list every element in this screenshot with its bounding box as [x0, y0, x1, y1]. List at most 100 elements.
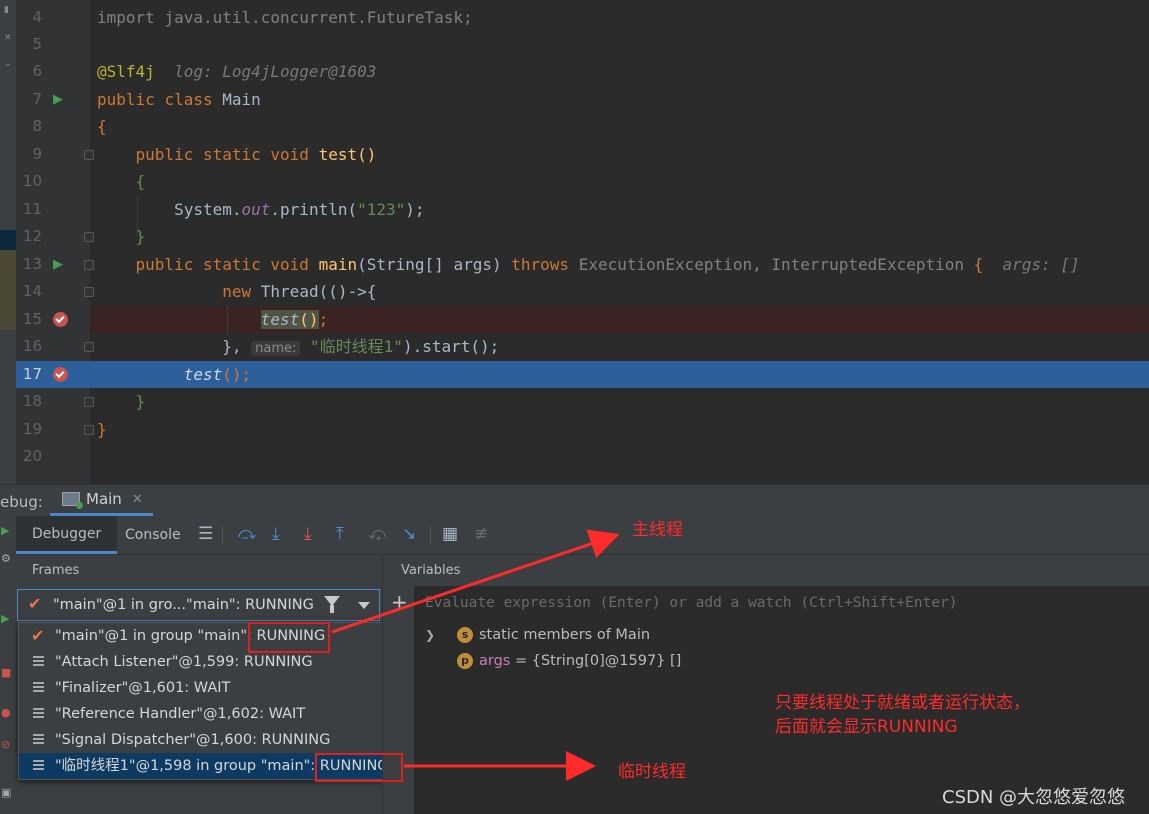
- thread-item[interactable]: "Attach Listener"@1,599: RUNNING: [19, 649, 401, 675]
- code-line-17: test();: [97, 361, 251, 388]
- project-tool-strip: ▮ ✕ ⌄: [0, 0, 16, 484]
- filter-icon[interactable]: [324, 596, 340, 613]
- brace: }: [97, 420, 107, 439]
- note-line-2: 后面就会显示RUNNING: [775, 717, 958, 737]
- chevron-right-icon[interactable]: ❯: [425, 622, 435, 648]
- code-line-16: }, name: "临时线程1").start();: [97, 333, 499, 360]
- code-line-10: {: [97, 168, 146, 195]
- keyword: new: [222, 282, 252, 301]
- thread-icon: [31, 727, 47, 753]
- mute-breakpoints-icon[interactable]: ⊘: [1, 738, 10, 751]
- strip-chevron-icon[interactable]: ⌄: [4, 60, 12, 69]
- parens: (): [299, 310, 319, 329]
- code-line-19: }: [97, 416, 107, 443]
- code-text: ();: [222, 365, 252, 384]
- debug-tool-window-header: ebug: Main ✕: [0, 484, 1149, 516]
- force-step-into-icon[interactable]: ⤓: [304, 524, 312, 544]
- method-name: test: [318, 145, 358, 164]
- line-number: 14: [22, 282, 42, 300]
- frames-title: Frames: [32, 563, 80, 578]
- evaluate-expression-field[interactable]: Evaluate expression (Enter) or add a wat…: [414, 588, 1149, 620]
- method-name: main: [318, 255, 358, 274]
- run-class-icon[interactable]: ▶: [53, 86, 63, 113]
- label-main-thread: 主线程: [632, 520, 683, 540]
- thread-item[interactable]: "Reference Handler"@1,602: WAIT: [19, 701, 401, 727]
- thread-item[interactable]: "Signal Dispatcher"@1,600: RUNNING: [19, 727, 401, 753]
- line-number: 6: [32, 62, 42, 80]
- code-line-13: public static void main(String[] args) t…: [97, 251, 1080, 278]
- run-config-icon: [62, 492, 83, 509]
- keyword: void: [270, 145, 309, 164]
- keyword: public: [135, 145, 194, 164]
- parameter-badge-icon: p: [457, 653, 473, 669]
- tab-debugger[interactable]: Debugger: [16, 516, 118, 554]
- thread-icon: [31, 649, 47, 675]
- menu-icon[interactable]: ☰: [198, 524, 213, 544]
- strip-highlight: [0, 250, 16, 330]
- variables-panel-header: Variables: [382, 554, 1149, 586]
- fold-marker-icon[interactable]: [84, 260, 94, 270]
- camera-icon[interactable]: ▣: [1, 786, 11, 799]
- fold-marker-icon[interactable]: [84, 150, 94, 160]
- strip-selection: [0, 230, 16, 250]
- thread-item[interactable]: ✔ "main"@1 in group "main": RUNNING: [19, 623, 401, 649]
- thread-icon: [31, 753, 47, 779]
- run-to-cursor-icon[interactable]: ↘: [402, 524, 416, 544]
- brace: {: [973, 255, 984, 274]
- evaluate-expression-icon[interactable]: ▦: [442, 524, 458, 544]
- trace-icon[interactable]: ≢: [474, 524, 488, 544]
- code-line-9: public static void test(): [97, 141, 377, 168]
- string-literal: "123": [357, 200, 406, 219]
- chevron-down-icon[interactable]: [358, 602, 370, 609]
- stop-icon[interactable]: ■: [1, 666, 11, 679]
- code-text: .println(: [270, 200, 358, 219]
- line-number: 13: [22, 255, 42, 273]
- fold-marker-icon[interactable]: [84, 342, 94, 352]
- session-tab-main[interactable]: Main ✕: [50, 485, 153, 516]
- code-text: },: [222, 337, 242, 356]
- run-main-icon[interactable]: ▶: [53, 251, 63, 278]
- code-line-14: new Thread(()->{: [97, 278, 376, 305]
- fold-marker-icon[interactable]: [84, 397, 94, 407]
- line-number: 9: [32, 145, 42, 163]
- code-text: ExecutionException, InterruptedException: [578, 255, 964, 274]
- breakpoint-icon[interactable]: [53, 367, 68, 382]
- variable-row[interactable]: ❯ s static members of Main: [425, 622, 825, 648]
- brace: {: [135, 172, 146, 191]
- code-text: System.: [174, 200, 242, 219]
- step-over-icon[interactable]: ⤼: [238, 524, 256, 544]
- toolbar-separator: [222, 526, 223, 544]
- code-line-11: System.out.println("123");: [97, 196, 425, 223]
- variable-row[interactable]: p args = {String[0]@1597} []: [425, 648, 825, 674]
- step-out-icon[interactable]: ⤒: [336, 524, 344, 544]
- tab-console[interactable]: Console: [109, 516, 197, 554]
- code-text: ;: [318, 310, 329, 329]
- close-icon[interactable]: ✕: [132, 492, 143, 507]
- breakpoint-icon[interactable]: [53, 312, 68, 327]
- drop-frame-icon[interactable]: ⤽: [368, 524, 386, 544]
- add-watch-icon[interactable]: +: [391, 590, 408, 614]
- view-breakpoints-icon[interactable]: ●: [1, 706, 11, 719]
- step-into-icon[interactable]: ⤓: [272, 524, 280, 544]
- session-tab-label: Main: [86, 490, 122, 508]
- brace: }: [135, 392, 146, 411]
- variable-name: args: [479, 653, 511, 669]
- line-number: 15: [22, 310, 42, 328]
- code-line-18: }: [97, 388, 146, 415]
- thread-selector[interactable]: ✔ "main"@1 in gro..."main": RUNNING: [17, 589, 380, 621]
- rerun-icon[interactable]: ▶: [1, 524, 9, 537]
- variables-title: Variables: [401, 563, 461, 578]
- thread-icon: [31, 701, 47, 727]
- strip-collapse-icon[interactable]: ✕: [4, 34, 12, 43]
- fold-marker-icon[interactable]: [84, 232, 94, 242]
- fold-marker-icon[interactable]: [84, 425, 94, 435]
- note-line-1: 只要线程处于就绪或者运行状态，: [775, 693, 1030, 713]
- inline-hint: args: []: [1002, 255, 1080, 274]
- resume-icon[interactable]: ▶: [1, 612, 9, 625]
- keyword: class: [164, 90, 213, 109]
- code-text: );: [405, 200, 425, 219]
- thread-item[interactable]: "Finalizer"@1,601: WAIT: [19, 675, 401, 701]
- line-number: 10: [22, 172, 42, 190]
- settings-icon[interactable]: ⚙: [1, 552, 11, 565]
- fold-marker-icon[interactable]: [84, 287, 94, 297]
